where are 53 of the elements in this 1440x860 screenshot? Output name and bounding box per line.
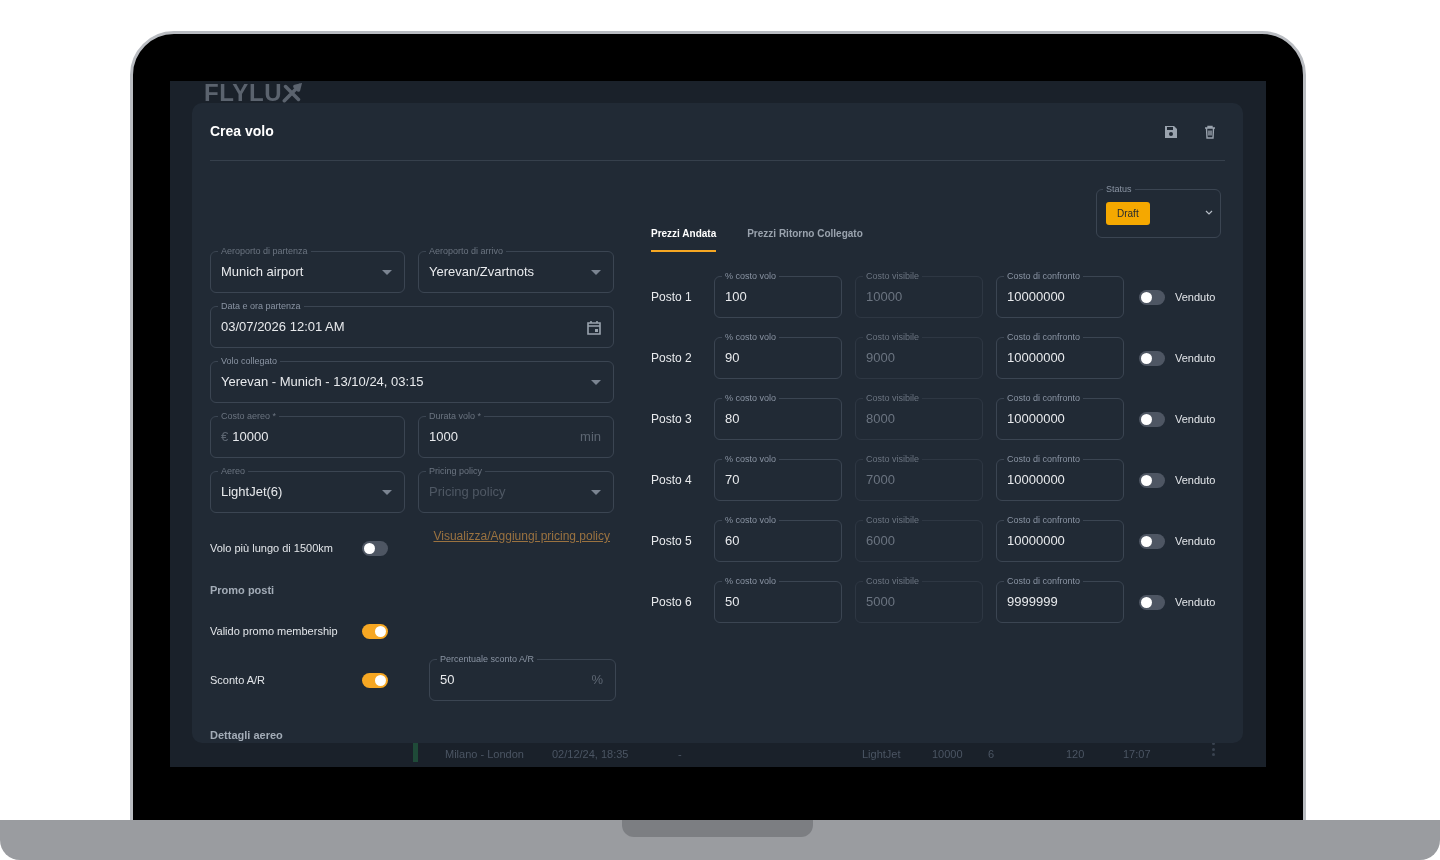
toggle-switch[interactable]	[1139, 533, 1165, 549]
dropdown-caret-icon	[382, 489, 392, 495]
field-label: Aeroporto di arrivo	[426, 244, 507, 258]
toggle-label: Venduto	[1175, 289, 1216, 305]
airplane-icon	[282, 83, 303, 103]
tab[interactable]: Prezzi Ritorno Collegato	[747, 227, 863, 252]
unit-suffix: %	[591, 671, 603, 690]
dialog-title: Crea volo	[210, 122, 274, 141]
toggle-switch[interactable]	[1139, 411, 1165, 427]
toggle-switch[interactable]	[1139, 289, 1165, 305]
tab[interactable]: Prezzi Andata	[651, 227, 717, 252]
currency-prefix: €	[221, 428, 229, 447]
status-stripe	[413, 742, 418, 762]
seat-label: Posto 3	[651, 411, 693, 428]
toggle-label: Venduto	[1175, 472, 1216, 488]
toggle-label: Sconto A/R	[210, 672, 267, 688]
field-label: Aeroporto di partenza	[218, 244, 311, 258]
toggle-switch[interactable]	[1139, 350, 1165, 366]
seat-label: Posto 2	[651, 350, 693, 367]
dropdown-caret-icon	[382, 269, 392, 275]
unit-suffix: min	[580, 428, 601, 447]
seat-label: Posto 1	[651, 289, 693, 306]
logo-text: FLYLU	[204, 81, 283, 105]
toggle-label: Venduto	[1175, 533, 1216, 549]
seat-label: Posto 4	[651, 472, 693, 489]
toggle-label: Venduto	[1175, 594, 1216, 610]
dropdown-caret-icon	[591, 379, 601, 385]
toggle-switch[interactable]	[362, 540, 388, 556]
field-label: Pricing policy	[426, 464, 486, 478]
toggle-label: Valido promo membership	[210, 623, 339, 639]
table-cell-text: 02/12/24, 18:35	[552, 747, 629, 762]
seat-label: Posto 5	[651, 533, 693, 550]
dropdown-caret-icon	[591, 269, 601, 275]
table-cell-text: -	[678, 747, 682, 762]
more-icon	[1212, 742, 1215, 756]
dropdown-caret-icon	[591, 489, 601, 495]
status-badge: Draft	[1106, 202, 1150, 225]
save-icon[interactable]	[1164, 124, 1178, 139]
toggle-switch[interactable]	[362, 623, 388, 639]
chevron-down-icon	[1205, 210, 1213, 215]
section-heading: Promo posti	[210, 582, 275, 598]
calendar-icon	[587, 319, 601, 335]
section-heading: Dettagli aereo	[210, 728, 284, 743]
table-cell-text: 17:07	[1123, 747, 1151, 762]
field-label: Volo collegato	[218, 354, 281, 368]
toggle-switch[interactable]	[1139, 594, 1165, 610]
delete-icon[interactable]	[1203, 124, 1217, 139]
toggle-label: Volo più lungo di 1500km	[210, 540, 334, 556]
toggle-switch[interactable]	[362, 672, 388, 688]
toggle-label: Venduto	[1175, 411, 1216, 427]
seat-label: Posto 6	[651, 594, 693, 611]
toggle-switch[interactable]	[1139, 472, 1165, 488]
toggle-label: Venduto	[1175, 350, 1216, 366]
